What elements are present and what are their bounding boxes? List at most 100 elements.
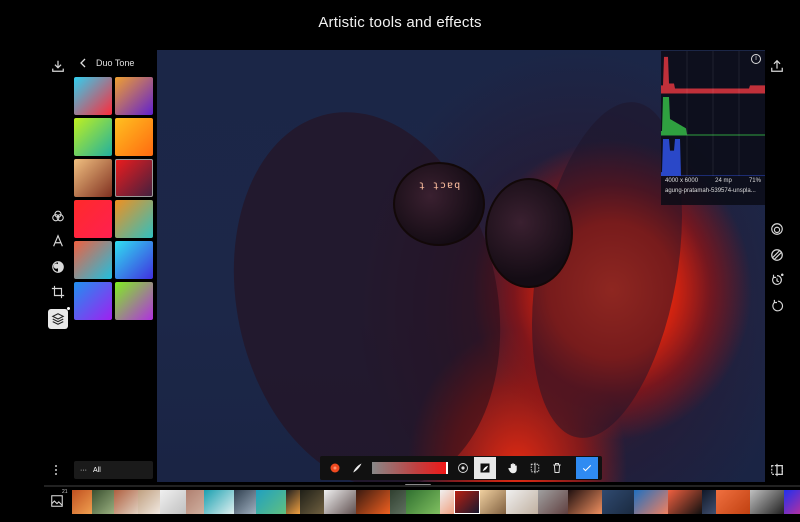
- trash-icon: [553, 463, 561, 473]
- duo-tone-swatch[interactable]: [74, 282, 112, 320]
- filmstrip-thumbnail[interactable]: [114, 490, 138, 514]
- apply-button[interactable]: [576, 457, 598, 479]
- duo-tone-swatch[interactable]: [115, 282, 153, 320]
- filmstrip-thumbnail[interactable]: [356, 490, 390, 514]
- filmstrip-thumbnail[interactable]: [454, 490, 480, 514]
- duo-tone-swatch[interactable]: [74, 118, 112, 156]
- radius-button[interactable]: [452, 457, 474, 479]
- filmstrip-thumbnail[interactable]: [784, 490, 800, 514]
- filmstrip-thumbnail[interactable]: [440, 490, 454, 514]
- download-button[interactable]: [48, 56, 68, 76]
- duo-tone-swatch[interactable]: [115, 159, 153, 197]
- mask-invert-icon: [480, 463, 490, 473]
- image-megapixels: 24 mp: [715, 178, 732, 184]
- filmstrip-thumbnail[interactable]: [750, 490, 784, 514]
- undo-icon: [772, 299, 784, 312]
- duo-tone-swatch[interactable]: [74, 159, 112, 197]
- hand-icon: [508, 463, 517, 474]
- left-toolbar: [44, 50, 72, 480]
- radial-tool[interactable]: [767, 219, 787, 239]
- filters-tool[interactable]: [48, 206, 68, 226]
- compare-button[interactable]: [767, 460, 787, 480]
- filters-icon: [52, 210, 64, 222]
- image-dimensions: 4000 x 6000: [665, 178, 699, 184]
- histogram-chart: [661, 51, 765, 176]
- ellipsis-icon: ···: [80, 466, 87, 474]
- chevron-left-icon[interactable]: [78, 58, 88, 68]
- duo-tone-swatch[interactable]: [115, 200, 153, 238]
- crop-tool[interactable]: [48, 282, 68, 302]
- filmstrip-thumbnail[interactable]: [256, 490, 286, 514]
- filmstrip-thumbnail[interactable]: [406, 490, 440, 514]
- filmstrip-thumbnail[interactable]: [506, 490, 538, 514]
- filmstrip-thumbnail[interactable]: [668, 490, 702, 514]
- filmstrip-thumbnail[interactable]: [72, 490, 92, 514]
- info-icon[interactable]: i: [751, 54, 761, 64]
- duo-tone-panel: Duo Tone: [72, 50, 157, 480]
- image-filename: agung-pratamah-539574-unspla...: [665, 188, 756, 194]
- color-picker-icon: [330, 463, 340, 473]
- crop-icon: [51, 285, 65, 299]
- duo-tone-swatch[interactable]: [115, 77, 153, 115]
- duo-tone-swatch[interactable]: [74, 77, 112, 115]
- photo-reflection: ʇ ʇɔɐq: [419, 180, 462, 191]
- text-icon: [53, 234, 63, 247]
- compare-icon: [771, 463, 783, 477]
- filmstrip-thumbnail[interactable]: [538, 490, 568, 514]
- photo-sunglass-right: [485, 178, 573, 288]
- filmstrip-thumbnail[interactable]: [568, 490, 602, 514]
- filmstrip-thumbnail[interactable]: [286, 490, 300, 514]
- filmstrip-thumbnail[interactable]: [92, 490, 114, 514]
- gallery-button[interactable]: [50, 494, 64, 508]
- histogram-panel: i 4000 x 6000 24 mp 71% agung-pratamah-5…: [661, 51, 765, 205]
- duo-tone-swatch[interactable]: [115, 118, 153, 156]
- history-icon: [772, 273, 784, 285]
- filmstrip-scrollbar[interactable]: [44, 485, 800, 487]
- more-vertical-icon: [55, 465, 57, 475]
- brush-icon: [353, 463, 362, 473]
- duo-tone-swatch[interactable]: [115, 241, 153, 279]
- invert-mask-button[interactable]: [474, 457, 496, 479]
- export-button[interactable]: [767, 56, 787, 76]
- panel-header: Duo Tone: [78, 58, 134, 68]
- split-button[interactable]: [524, 457, 546, 479]
- filmstrip-thumbnail[interactable]: [160, 490, 186, 514]
- filmstrip: [72, 490, 800, 514]
- right-toolbar: [765, 50, 789, 480]
- filmstrip-thumbnail[interactable]: [138, 490, 160, 514]
- swatch-grid: [74, 77, 153, 320]
- brush-button[interactable]: [346, 457, 368, 479]
- filmstrip-thumbnail[interactable]: [186, 490, 204, 514]
- preset-filter-dropdown[interactable]: ··· All: [74, 461, 153, 479]
- layers-tool[interactable]: [48, 307, 70, 329]
- photo-sunglass-left: [393, 162, 485, 246]
- filmstrip-thumbnail[interactable]: [204, 490, 234, 514]
- filmstrip-thumbnail[interactable]: [480, 490, 506, 514]
- undo-button[interactable]: [767, 296, 787, 316]
- filmstrip-thumbnail[interactable]: [602, 490, 634, 514]
- duo-tone-swatch[interactable]: [74, 241, 112, 279]
- linear-gradient-tool[interactable]: [767, 245, 787, 265]
- filmstrip-thumbnail[interactable]: [634, 490, 668, 514]
- duo-tone-swatch[interactable]: [74, 200, 112, 238]
- zoom-level: 71%: [748, 178, 761, 184]
- filmstrip-thumbnail[interactable]: [702, 490, 716, 514]
- delete-button[interactable]: [546, 457, 568, 479]
- panel-title: Duo Tone: [96, 58, 135, 68]
- mask-tool[interactable]: [48, 257, 68, 277]
- more-options-button[interactable]: [54, 464, 58, 476]
- filmstrip-thumbnail[interactable]: [300, 490, 324, 514]
- pan-button[interactable]: [502, 457, 524, 479]
- gradient-icon: [771, 249, 783, 261]
- badge-dot: [67, 307, 70, 310]
- filmstrip-thumbnail[interactable]: [324, 490, 356, 514]
- filmstrip-thumbnail[interactable]: [234, 490, 256, 514]
- brush-gradient-slider[interactable]: [372, 462, 448, 474]
- text-tool[interactable]: [48, 231, 68, 251]
- filmstrip-thumbnail[interactable]: [390, 490, 406, 514]
- check-icon: [582, 465, 592, 472]
- filmstrip-thumbnail[interactable]: [716, 490, 750, 514]
- history-tool[interactable]: [767, 270, 787, 290]
- radius-icon: [458, 463, 468, 473]
- color-button[interactable]: [324, 457, 346, 479]
